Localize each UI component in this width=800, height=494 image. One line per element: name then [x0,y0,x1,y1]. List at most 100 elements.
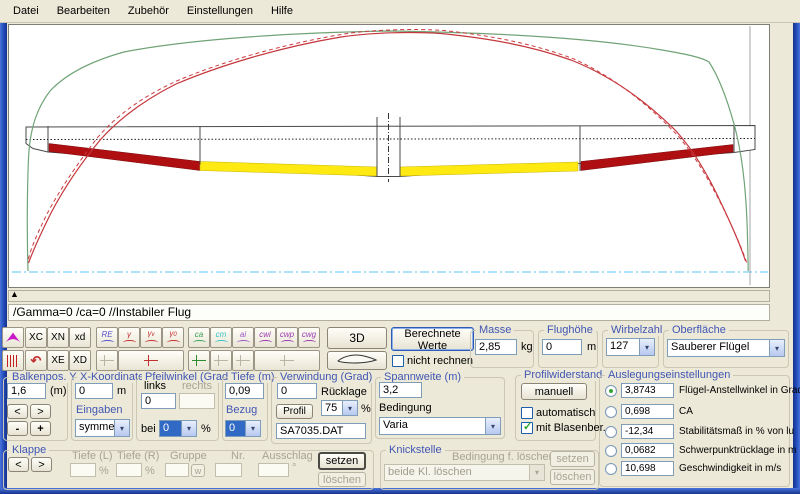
spannweite-input[interactable] [379,382,422,398]
ai-curve-button[interactable]: ai [232,327,254,348]
balkenpos-input[interactable] [7,383,46,399]
cwi-curve-button[interactable]: cwi [254,327,276,348]
chevron-down-icon[interactable]: ▾ [342,401,357,415]
berechnete-werte-button[interactable]: Berechnete Werte [391,327,474,351]
ruecklage-label: Rücklage [321,386,367,398]
bedingung-dropdown[interactable]: Varia▾ [379,417,501,435]
position-slider-track[interactable] [8,290,770,302]
cwp-curve-button[interactable]: cwp [276,327,298,348]
geschwindigkeit-input[interactable] [621,461,674,476]
cwg-curve-button[interactable]: cwg [298,327,320,348]
wirbelzahl-value: 127 [607,339,639,355]
bezug-value: 0 [226,421,245,436]
axis-icon [280,355,294,366]
stabilitaet-input[interactable] [621,424,674,439]
mit-blasenber-checkbox[interactable]: ✓ [521,422,533,434]
masse-input[interactable] [475,339,517,355]
tiefe-r-input [116,463,142,477]
xc-button[interactable]: XC [25,327,47,348]
nr-input [215,463,242,477]
menu-hilfe[interactable]: Hilfe [262,2,302,20]
chevron-down-icon[interactable]: ▾ [769,340,784,356]
status-bar: /Gamma=0 /ca=0 //Instabiler Flug [8,304,770,321]
wirbelzahl-dropdown[interactable]: 127▾ [606,338,655,356]
undo-button[interactable]: ↶ [25,350,47,371]
xe-button[interactable]: XE [47,350,69,371]
airfoil-button[interactable] [327,351,387,370]
auslegung-radio-geschwindigkeit[interactable] [605,463,617,475]
gamma-v-curve-button[interactable]: γv [140,327,162,348]
balkenpos-plus-button[interactable]: + [30,421,51,436]
auslegung-radio-ca[interactable] [605,406,617,418]
profil-file-input[interactable] [276,423,366,439]
menu-datei[interactable]: Datei [4,2,48,20]
auslegung-radio-schwerpunkt[interactable] [605,445,617,457]
re-curve-button[interactable]: RE [96,327,118,348]
auslegung-caption: Auslegungseinstellungen [605,369,733,381]
bei-dropdown[interactable]: 0▾ [159,420,197,437]
chevron-down-icon[interactable]: ▾ [245,421,260,436]
balkenpos-prev-button[interactable]: < [7,404,28,419]
radio-dot [609,389,613,393]
gamma-curve-button[interactable]: γ [118,327,140,348]
flying-wing-button[interactable] [2,327,24,348]
bedingung-loeschen-label: Bedingung f. löschen [452,451,555,463]
cm-curve-button[interactable]: cm [210,327,232,348]
axis-icon [236,355,250,366]
wing-planform-plot[interactable] [8,24,770,288]
anstellwinkel-input[interactable] [621,383,674,398]
flughoehe-input[interactable] [542,339,582,355]
auslegung-radio-stabilitaet[interactable] [605,426,617,438]
xd-button[interactable]: xd [69,327,91,348]
chevron-down-icon[interactable]: ▾ [639,339,654,355]
menu-einstellungen[interactable]: Einstellungen [178,2,262,20]
balkenpos-caption: Balkenpos. Y [9,371,80,383]
ca-curve-button[interactable]: ca [188,327,210,348]
oberflaeche-caption: Oberfläche [669,324,729,336]
bezug-dropdown[interactable]: 0▾ [225,420,261,437]
menu-bearbeiten[interactable]: Bearbeiten [48,2,119,20]
ca-input[interactable] [621,404,674,419]
balkenpos-next-button[interactable]: > [30,404,51,419]
tiefe-input[interactable] [225,383,264,399]
xd-caps-button[interactable]: XD [69,350,91,371]
klappe-prev-button[interactable]: < [8,457,29,472]
automatisch-checkbox[interactable] [521,407,533,419]
schwerpunkt-input[interactable] [621,443,674,458]
chevron-down-icon[interactable]: ▾ [114,420,129,436]
ruecklage-dropdown[interactable]: 75▾ [321,400,358,416]
oberflaeche-dropdown[interactable]: Sauberer Flügel▾ [667,339,785,357]
balkenpos-minus-button[interactable]: - [7,421,28,436]
curve-icon [145,340,158,345]
cm-label: cm [216,331,227,339]
flughoehe-unit: m [587,341,596,353]
axis-green-button[interactable] [188,350,210,371]
airfoil-icon [336,353,378,365]
knickstelle-dropdown-value: beide Kl. löschen [385,465,529,480]
3d-view-button[interactable]: 3D [327,327,387,349]
verwindung-input[interactable] [277,383,317,399]
anstellwinkel-label: Flügel-Anstellwinkel in Grad [679,385,800,396]
menu-zubehoer[interactable]: Zubehör [119,2,178,20]
masse-unit: kg [521,341,533,353]
eingaben-dropdown[interactable]: symmetr▾ [75,419,130,437]
profil-button[interactable]: Profil [276,404,313,419]
axis-red-button[interactable] [118,350,184,371]
manuell-button[interactable]: manuell [521,383,587,400]
hatch-button[interactable] [2,350,24,371]
xe-label: XE [51,355,64,366]
gamma-0-curve-button[interactable]: γ0 [162,327,184,348]
balkenpos-unit: (m) [50,385,67,397]
nicht-rechnen-checkbox[interactable] [392,355,404,367]
auslegung-radio-anstellwinkel[interactable] [605,385,617,397]
chevron-down-icon[interactable]: ▾ [485,418,500,434]
pfeilwinkel-links-input[interactable] [141,393,176,409]
xn-button[interactable]: XN [47,327,69,348]
position-slider-marker[interactable]: ▲ [10,289,19,299]
curve-icon [281,340,294,345]
klappe-setzen-button[interactable]: setzen [318,452,366,470]
cwp-label: cwp [280,331,294,339]
x-koordinate-input[interactable] [75,383,113,399]
chevron-down-icon[interactable]: ▾ [181,421,196,436]
klappe-next-button[interactable]: > [31,457,52,472]
